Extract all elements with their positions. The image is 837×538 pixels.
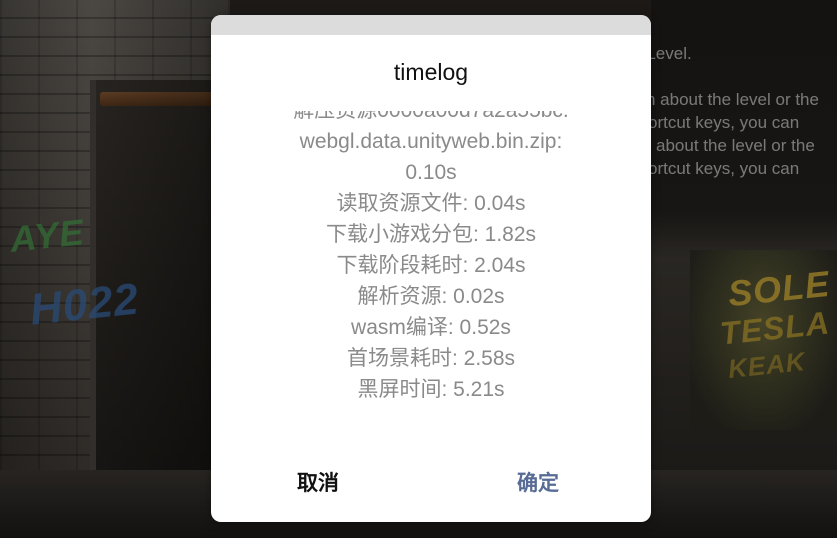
- timelog-dialog: timelog 解压资源0000a00d7a2a55bc. webgl.data…: [211, 15, 651, 522]
- cancel-button[interactable]: 取消: [285, 463, 351, 503]
- timelog-line: 黑屏时间: 5.21s: [357, 378, 505, 401]
- dialog-top-bar: [211, 15, 651, 35]
- timelog-line: wasm编译: 0.52s: [351, 316, 511, 339]
- timelog-line: 首场景耗时: 2.58s: [346, 347, 516, 370]
- dialog-footer: 取消 确定: [211, 463, 651, 503]
- timelog-line: 解压资源0000a00d7a2a55bc.: [211, 111, 651, 126]
- timelog-line: 0.10s: [405, 161, 457, 184]
- timelog-line: 解析资源: 0.02s: [357, 285, 505, 308]
- timelog-line: 下载阶段耗时: 2.04s: [336, 254, 526, 277]
- timelog-line: webgl.data.unityweb.bin.zip:: [299, 130, 563, 153]
- dialog-title: timelog: [393, 59, 469, 85]
- timelog-line: 读取资源文件: 0.04s: [336, 192, 526, 215]
- dialog-content[interactable]: 解压资源0000a00d7a2a55bc. webgl.data.unitywe…: [211, 111, 651, 441]
- timelog-lines: 解压资源0000a00d7a2a55bc. webgl.data.unitywe…: [211, 111, 651, 405]
- confirm-button[interactable]: 确定: [505, 463, 571, 503]
- timelog-line: 下载小游戏分包: 1.82s: [325, 223, 537, 246]
